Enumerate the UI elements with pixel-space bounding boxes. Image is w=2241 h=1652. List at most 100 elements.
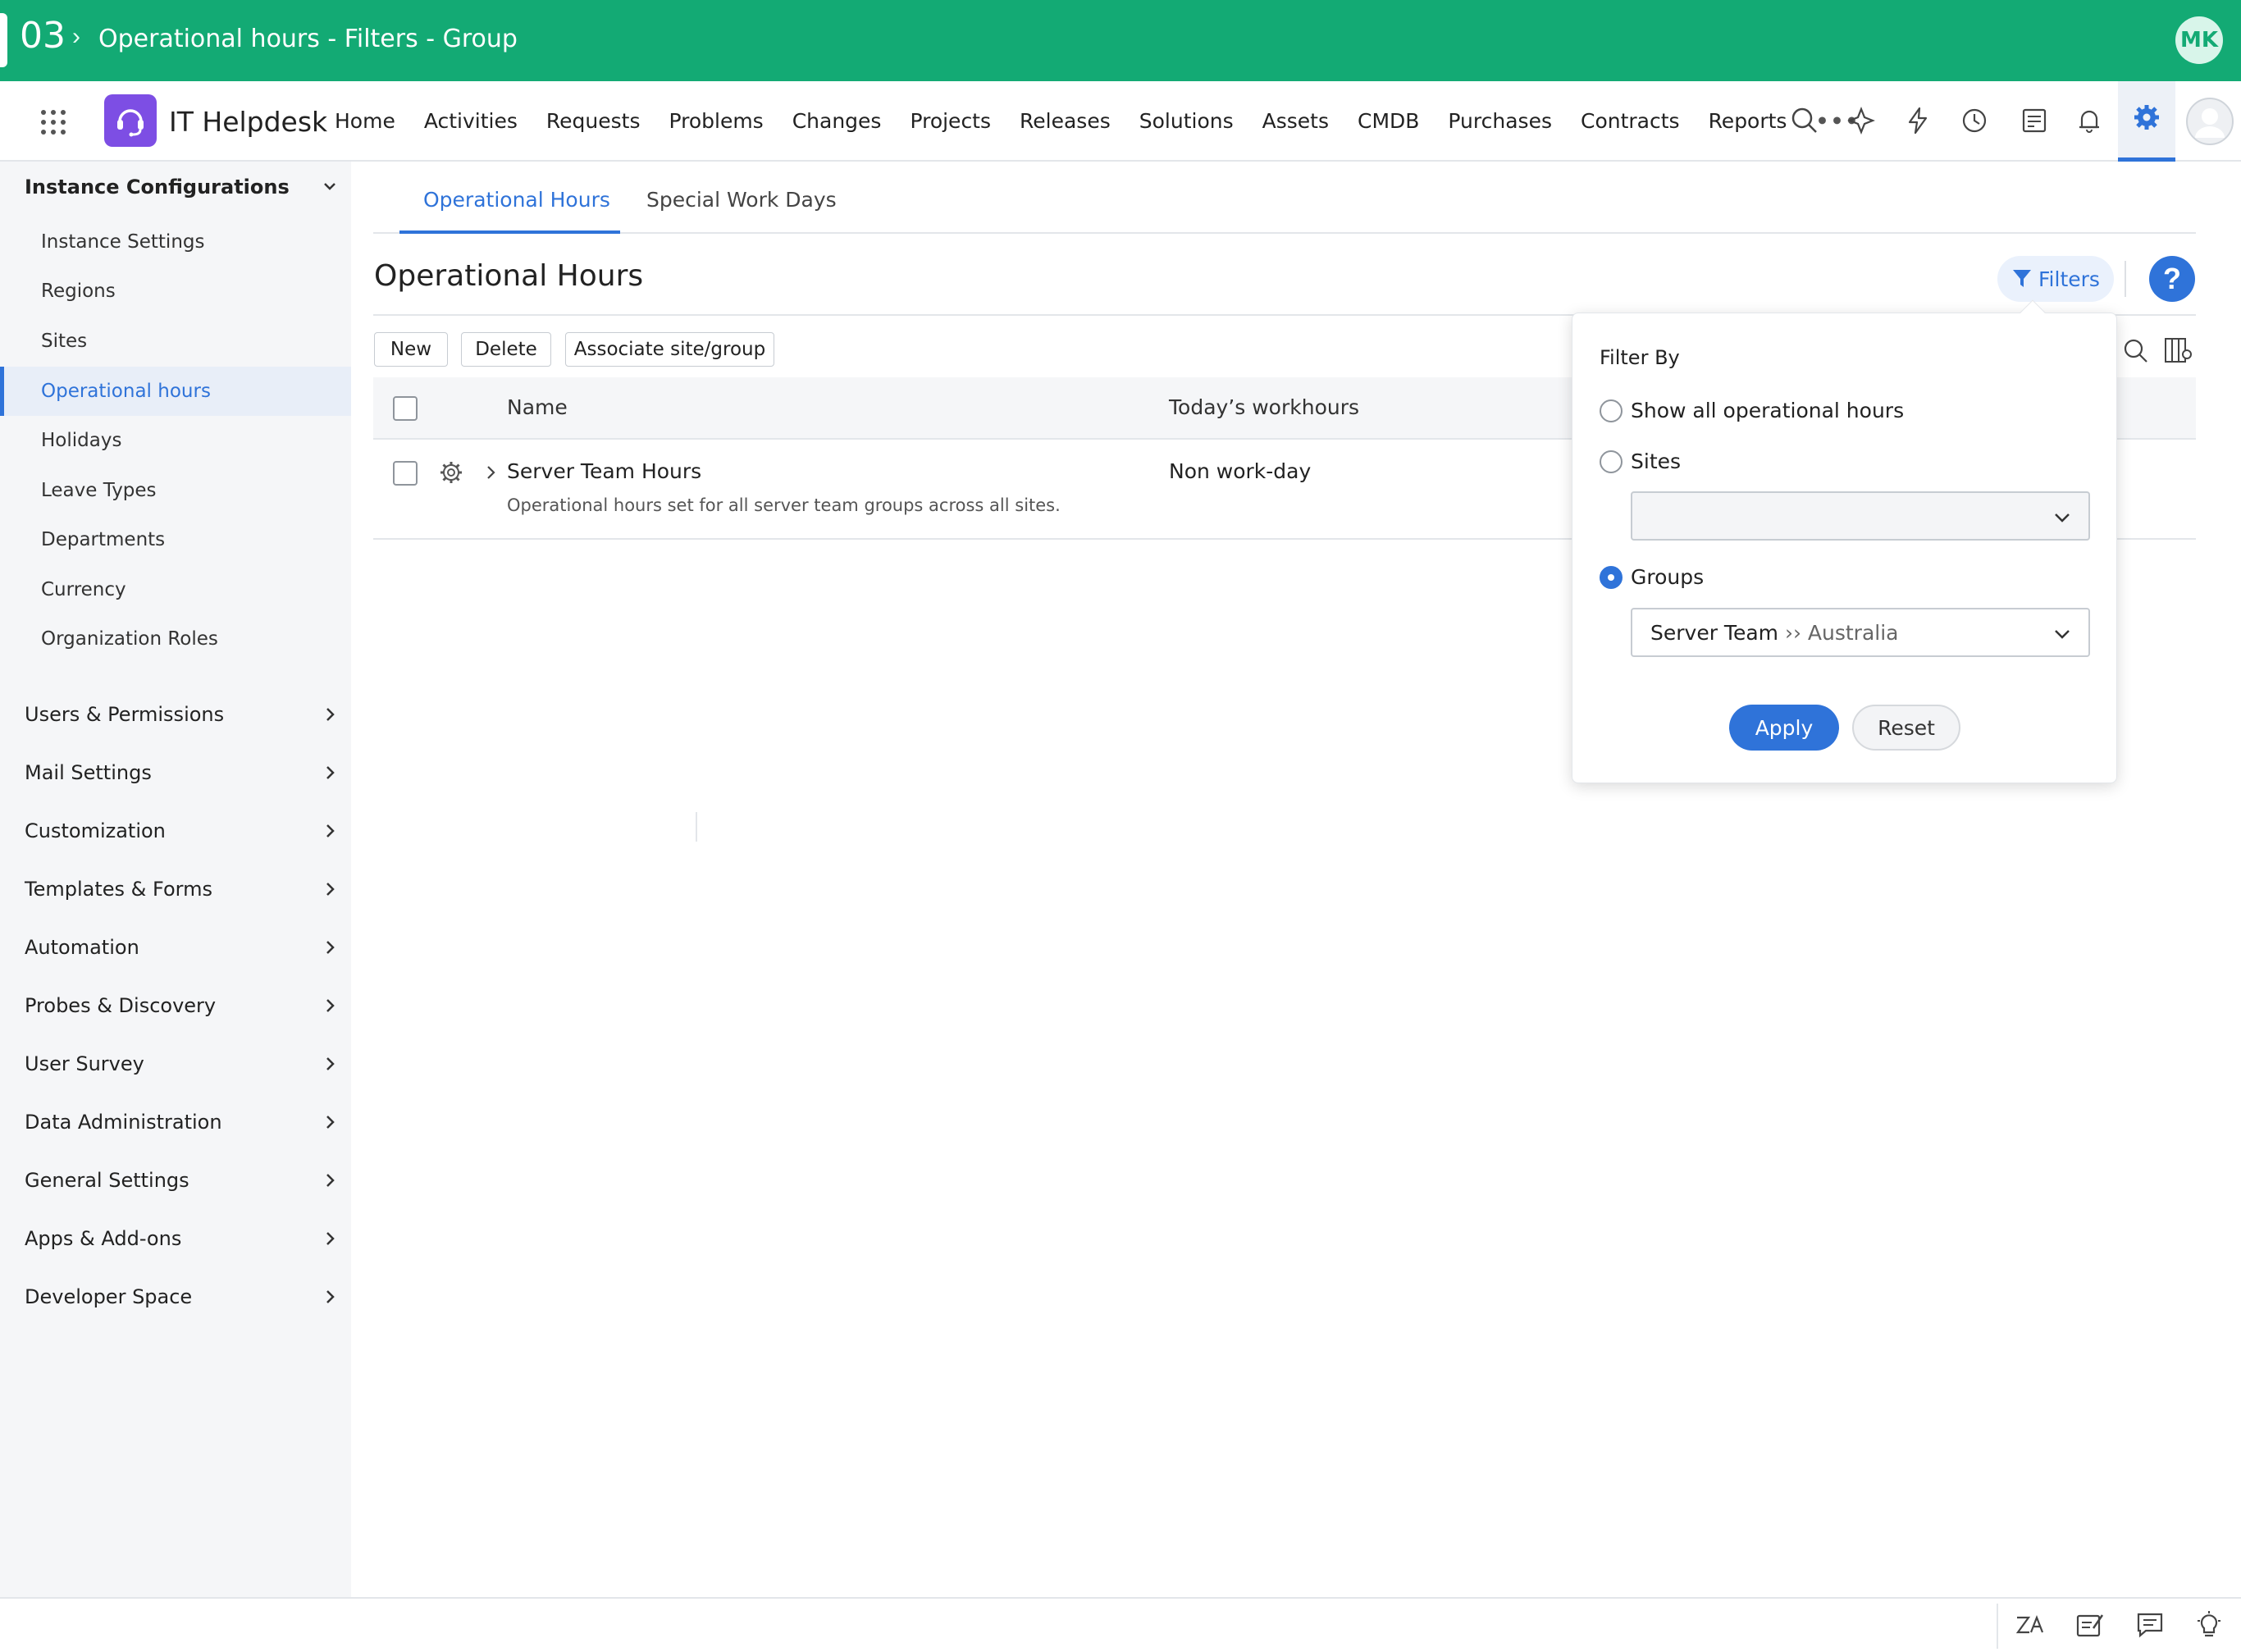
main-nav: Home Activities Requests Problems Change… (335, 109, 1888, 133)
checklist-icon[interactable] (2016, 103, 2052, 139)
sidebar-section-customization[interactable]: Customization (0, 806, 351, 856)
sites-select[interactable] (1631, 491, 2090, 541)
tab-operational-hours[interactable]: Operational Hours (423, 188, 610, 212)
sidebar-item-organization-roles[interactable]: Organization Roles (0, 614, 351, 664)
column-header-workhours[interactable]: Today’s workhours (1169, 395, 1359, 419)
select-all-checkbox[interactable] (393, 396, 418, 421)
page-title: Operational Hours (374, 259, 644, 293)
chevron-down-icon (2052, 508, 2072, 532)
footer-bar (0, 1597, 2241, 1652)
sidebar-section-apps-addons[interactable]: Apps & Add-ons (0, 1214, 351, 1263)
chevron-right-icon (322, 996, 338, 1020)
bell-icon[interactable] (2071, 103, 2107, 139)
page-tabs: Operational Hours Special Work Days (373, 162, 2196, 234)
sidebar-section-label: User Survey (25, 1052, 144, 1075)
nav-changes[interactable]: Changes (792, 109, 882, 133)
sidebar-section-probes-discovery[interactable]: Probes & Discovery (0, 981, 351, 1030)
translate-icon[interactable] (2015, 1610, 2046, 1644)
column-header-name[interactable]: Name (507, 395, 568, 419)
sidebar-item-departments[interactable]: Departments (0, 515, 351, 564)
user-avatar-icon[interactable] (2184, 95, 2236, 148)
nav-releases[interactable]: Releases (1020, 109, 1111, 133)
filter-option-label: Groups (1631, 565, 1705, 589)
delete-button[interactable]: Delete (461, 332, 551, 367)
associate-site-group-button[interactable]: Associate site/group (565, 332, 774, 367)
sidebar-item-regions[interactable]: Regions (0, 267, 351, 316)
group-name: Server Team (1650, 621, 1779, 645)
nav-reports[interactable]: Reports (1709, 109, 1787, 133)
chevron-right-icon (322, 879, 338, 904)
app-grid-icon[interactable] (41, 110, 66, 135)
gear-icon[interactable] (2132, 103, 2161, 136)
nav-projects[interactable]: Projects (910, 109, 991, 133)
sidebar-item-sites[interactable]: Sites (0, 317, 351, 366)
lightning-icon[interactable] (1900, 103, 1936, 139)
nav-requests[interactable]: Requests (546, 109, 641, 133)
groups-select-value: Server Team ›› Australia (1650, 621, 1899, 645)
sidebar-section-label: Customization (25, 819, 166, 842)
chevron-right-icon (322, 705, 338, 729)
helpdesk-logo-icon[interactable] (104, 94, 157, 147)
row-name[interactable]: Server Team Hours (507, 459, 701, 483)
chevron-down-icon[interactable] (322, 178, 338, 199)
history-icon[interactable] (1956, 103, 1992, 139)
nav-problems[interactable]: Problems (669, 109, 763, 133)
row-checkbox[interactable] (393, 461, 418, 486)
sidebar-section-mail-settings[interactable]: Mail Settings (0, 748, 351, 797)
apply-button[interactable]: Apply (1729, 705, 1839, 751)
sidebar-section-automation[interactable]: Automation (0, 923, 351, 972)
sidebar-section-templates-forms[interactable]: Templates & Forms (0, 865, 351, 914)
nav-home[interactable]: Home (335, 109, 395, 133)
active-tab-indicator (399, 230, 620, 234)
divider (1997, 1604, 1998, 1649)
divider (696, 812, 697, 842)
chat-icon[interactable] (2135, 1610, 2165, 1644)
nav-purchases[interactable]: Purchases (1448, 109, 1552, 133)
filter-option-label: Show all operational hours (1631, 399, 1905, 422)
divider (2125, 261, 2126, 297)
avatar[interactable]: MK (2175, 16, 2223, 64)
expand-chevron-icon[interactable] (485, 463, 498, 486)
filters-button[interactable]: Filters (1997, 256, 2114, 302)
nav-activities[interactable]: Activities (424, 109, 518, 133)
nav-cmdb[interactable]: CMDB (1358, 109, 1419, 133)
popover-caret (2020, 299, 2046, 326)
radio-button-selected[interactable] (1600, 565, 1623, 589)
table-search-icon[interactable] (2123, 338, 2149, 368)
sidebar-section-data-administration[interactable]: Data Administration (0, 1098, 351, 1147)
sidebar-section-title[interactable]: Instance Configurations (25, 176, 290, 199)
column-settings-icon[interactable] (2164, 336, 2193, 368)
search-icon[interactable] (1787, 103, 1823, 139)
sidebar-section-general-settings[interactable]: General Settings (0, 1156, 351, 1205)
nav-assets[interactable]: Assets (1262, 109, 1329, 133)
filter-option-sites[interactable]: Sites (1600, 450, 1681, 473)
group-path: ›› Australia (1784, 621, 1899, 645)
filters-label: Filters (2038, 267, 2100, 291)
filter-option-all[interactable]: Show all operational hours (1600, 399, 1904, 422)
radio-button[interactable] (1600, 399, 1623, 422)
sidebar-section-user-survey[interactable]: User Survey (0, 1039, 351, 1088)
settings-tab[interactable] (2118, 81, 2175, 162)
sidebar-item-leave-types[interactable]: Leave Types (0, 466, 351, 515)
sidebar-item-instance-settings[interactable]: Instance Settings (0, 217, 351, 267)
sidebar-item-currency[interactable]: Currency (0, 565, 351, 614)
notes-icon[interactable] (2075, 1610, 2105, 1644)
radio-button[interactable] (1600, 450, 1623, 473)
tab-special-work-days[interactable]: Special Work Days (646, 188, 837, 212)
gear-icon[interactable] (438, 459, 464, 490)
magic-wand-icon[interactable] (1843, 103, 1879, 139)
nav-contracts[interactable]: Contracts (1581, 109, 1680, 133)
reset-button[interactable]: Reset (1852, 705, 1960, 751)
sidebar-section-developer-space[interactable]: Developer Space (0, 1272, 351, 1321)
lightbulb-icon[interactable] (2194, 1610, 2224, 1644)
chevron-right-icon: › (72, 23, 80, 50)
sidebar-item-operational-hours[interactable]: Operational hours (0, 367, 351, 416)
nav-solutions[interactable]: Solutions (1139, 109, 1234, 133)
help-button[interactable]: ? (2149, 256, 2195, 302)
filter-option-groups[interactable]: Groups (1600, 565, 1704, 589)
sidebar-section-users-permissions[interactable]: Users & Permissions (0, 690, 351, 739)
sidebar-item-holidays[interactable]: Holidays (0, 416, 351, 465)
new-button[interactable]: New (374, 332, 448, 367)
row-workhours: Non work-day (1169, 459, 1312, 483)
groups-select[interactable]: Server Team ›› Australia (1631, 608, 2090, 657)
